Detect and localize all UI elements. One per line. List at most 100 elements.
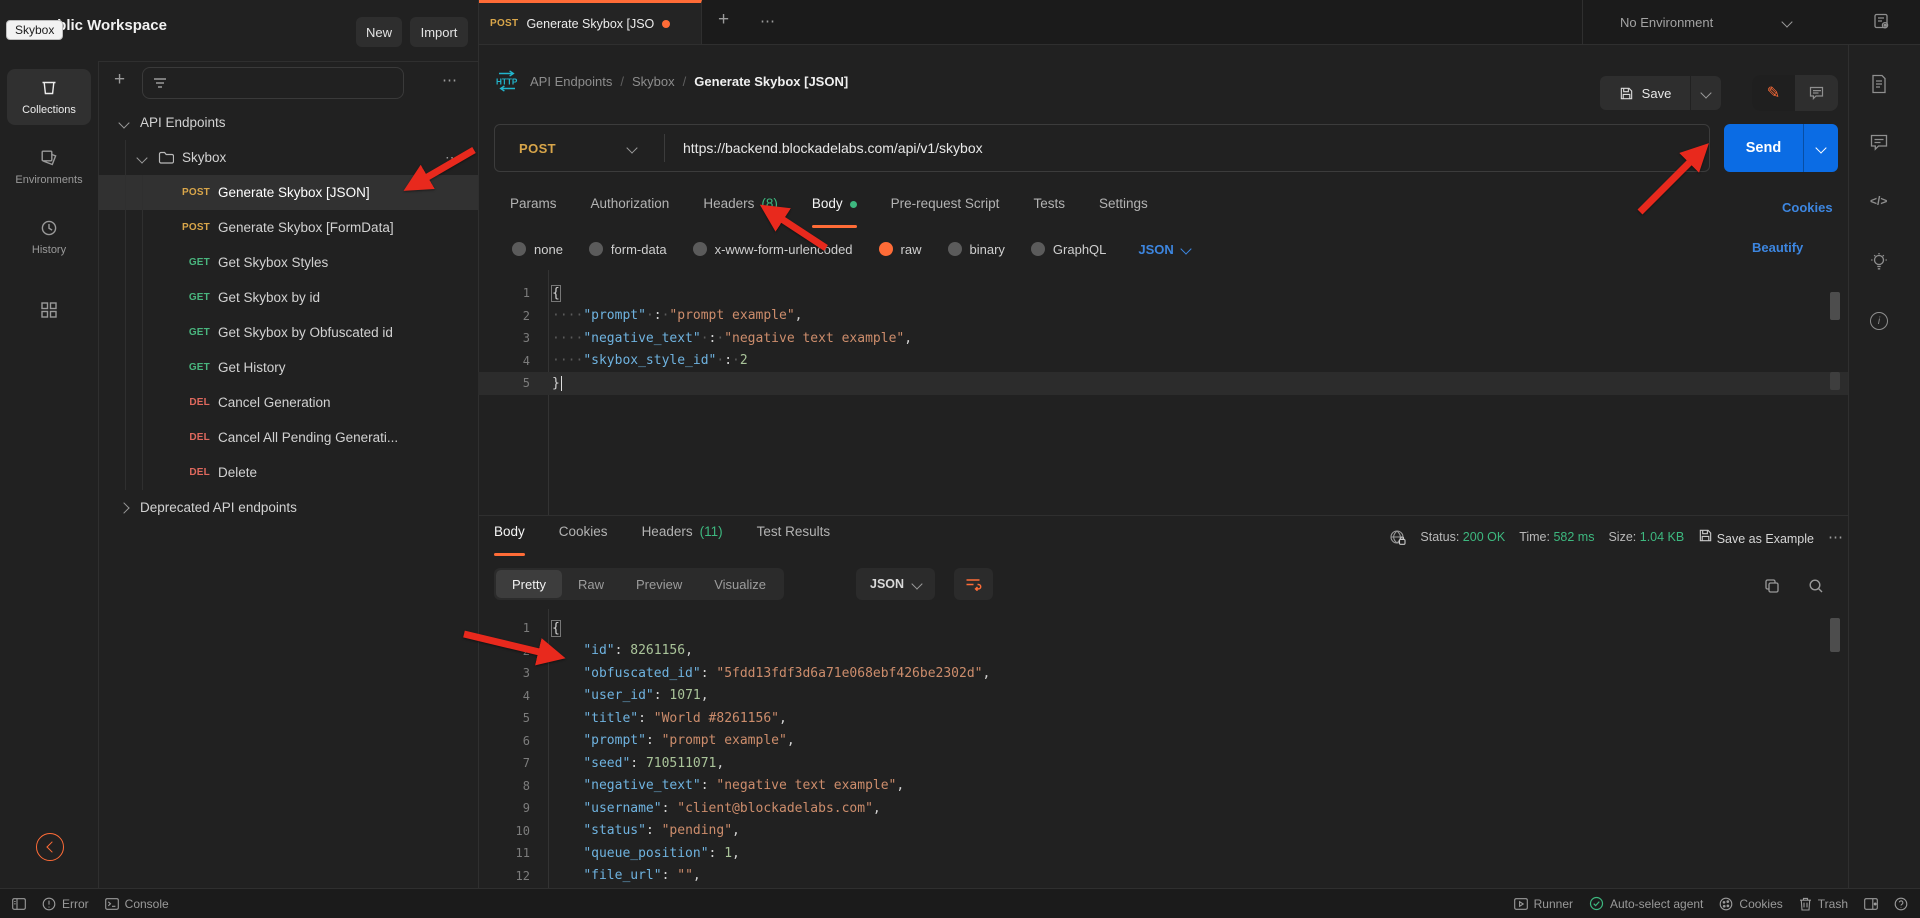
view-preview[interactable]: Preview bbox=[620, 570, 698, 598]
add-collection-button[interactable]: + bbox=[114, 69, 125, 91]
send-options-button[interactable] bbox=[1803, 124, 1838, 172]
response-tab-test-results[interactable]: Test Results bbox=[757, 524, 831, 556]
environment-quick-look-icon[interactable] bbox=[1872, 12, 1892, 37]
collection-search-input[interactable] bbox=[142, 67, 404, 99]
body-mode-x-www-form-urlencoded[interactable]: x-www-form-urlencoded bbox=[693, 242, 853, 257]
chevron-down-icon[interactable] bbox=[136, 152, 147, 163]
environment-selector[interactable]: No Environment bbox=[1620, 0, 1791, 44]
comments-rail-button[interactable] bbox=[1870, 134, 1888, 156]
chevron-right-icon[interactable] bbox=[118, 502, 129, 513]
tab-options-button[interactable]: ⋯ bbox=[760, 12, 776, 30]
scrollbar-thumb[interactable] bbox=[1830, 618, 1840, 652]
sidebar-item[interactable]: GETGet History bbox=[98, 350, 478, 385]
edit-request-button[interactable]: ✎ bbox=[1752, 75, 1795, 111]
code-line[interactable]: 1{ bbox=[478, 617, 1848, 640]
code-line[interactable]: 4 "user_id": 1071, bbox=[478, 685, 1848, 708]
sidebar-item[interactable]: Skybox⋯ bbox=[98, 140, 478, 175]
body-mode-GraphQL[interactable]: GraphQL bbox=[1031, 242, 1106, 257]
code-line[interactable]: 10 "status": "pending", bbox=[478, 820, 1848, 843]
import-button[interactable]: Import bbox=[410, 17, 468, 47]
breadcrumb-root[interactable]: API Endpoints bbox=[530, 74, 612, 89]
chevron-down-icon[interactable] bbox=[626, 142, 637, 153]
sidebar-item[interactable]: POSTGenerate Skybox [JSON] bbox=[98, 175, 478, 210]
sidebar-item[interactable]: GETGet Skybox by id bbox=[98, 280, 478, 315]
code-line[interactable]: 2 "id": 8261156, bbox=[478, 640, 1848, 663]
row-more-button[interactable]: ⋯ bbox=[445, 149, 460, 166]
sidebar-item[interactable]: DELDelete bbox=[98, 455, 478, 490]
request-language-selector[interactable]: JSON bbox=[1138, 242, 1189, 257]
response-language-selector[interactable]: JSON bbox=[856, 568, 935, 600]
save-options-button[interactable] bbox=[1691, 76, 1721, 110]
new-button[interactable]: New bbox=[356, 17, 402, 47]
method-selector[interactable]: POST bbox=[519, 141, 556, 156]
url-input[interactable]: https://backend.blockadelabs.com/api/v1/… bbox=[683, 140, 983, 156]
sidebar-item[interactable]: DELCancel Generation bbox=[98, 385, 478, 420]
body-mode-form-data[interactable]: form-data bbox=[589, 242, 667, 257]
code-line[interactable]: 3 "obfuscated_id": "5fdd13fdf3d6a71e068e… bbox=[478, 662, 1848, 685]
view-pretty[interactable]: Pretty bbox=[496, 570, 562, 598]
statusbar-runner[interactable]: Runner bbox=[1514, 897, 1573, 911]
code-snippet-button[interactable]: </> bbox=[1870, 194, 1887, 208]
statusbar-error[interactable]: Error bbox=[42, 897, 89, 911]
sidebar-item[interactable]: DELCancel All Pending Generati... bbox=[98, 420, 478, 455]
response-tab-cookies[interactable]: Cookies bbox=[559, 524, 608, 556]
statusbar-help-button[interactable] bbox=[1894, 897, 1908, 911]
code-line[interactable]: 11 "queue_position": 1, bbox=[478, 842, 1848, 865]
tab-tests[interactable]: Tests bbox=[1033, 196, 1065, 228]
rail-item-collections[interactable]: Collections bbox=[7, 69, 91, 125]
code-line[interactable]: 2····"prompt"·:·"prompt example", bbox=[478, 305, 1848, 328]
workspace-tools-icon[interactable] bbox=[40, 301, 58, 324]
tab-authorization[interactable]: Authorization bbox=[591, 196, 670, 228]
tab-settings[interactable]: Settings bbox=[1099, 196, 1148, 228]
code-line[interactable]: 3····"negative_text"·:·"negative text ex… bbox=[478, 327, 1848, 350]
statusbar-console[interactable]: Console bbox=[105, 897, 169, 911]
request-title[interactable]: Generate Skybox [JSON] bbox=[694, 74, 848, 89]
new-tab-button[interactable]: + bbox=[718, 9, 729, 31]
sidebar-item[interactable]: POSTGenerate Skybox [FormData] bbox=[98, 210, 478, 245]
code-line[interactable]: 7 "seed": 710511071, bbox=[478, 752, 1848, 775]
code-line[interactable]: 5} bbox=[478, 372, 1848, 395]
response-more-button[interactable]: ⋯ bbox=[1828, 528, 1844, 546]
request-tab[interactable]: POST Generate Skybox [JSO bbox=[478, 0, 702, 44]
breadcrumb-folder[interactable]: Skybox bbox=[632, 74, 675, 89]
wrap-lines-button[interactable] bbox=[954, 568, 993, 600]
body-mode-raw[interactable]: raw bbox=[879, 242, 922, 257]
statusbar-layout-button[interactable] bbox=[12, 898, 26, 910]
save-as-example-button[interactable]: Save as Example bbox=[1698, 528, 1814, 546]
request-tips-button[interactable] bbox=[1870, 252, 1888, 277]
sidebar-item[interactable]: API Endpoints bbox=[98, 105, 478, 140]
chevron-down-icon[interactable] bbox=[118, 117, 129, 128]
comments-button[interactable] bbox=[1795, 75, 1838, 111]
rail-item-environments[interactable]: Environments bbox=[7, 139, 91, 195]
collapse-sidebar-button[interactable] bbox=[36, 833, 64, 861]
view-visualize[interactable]: Visualize bbox=[698, 570, 782, 598]
code-line[interactable]: 9 "username": "client@blockadelabs.com", bbox=[478, 797, 1848, 820]
sidebar-item[interactable]: GETGet Skybox by Obfuscated id bbox=[98, 315, 478, 350]
statusbar-trash[interactable]: Trash bbox=[1799, 897, 1848, 911]
beautify-link[interactable]: Beautify bbox=[1752, 240, 1803, 255]
response-tab-headers[interactable]: Headers(11) bbox=[642, 524, 723, 556]
code-line[interactable]: 1{ bbox=[478, 282, 1848, 305]
code-line[interactable]: 12 "file_url": "", bbox=[478, 865, 1848, 888]
copy-response-button[interactable] bbox=[1764, 578, 1780, 599]
code-line[interactable]: 6 "prompt": "prompt example", bbox=[478, 730, 1848, 753]
view-raw[interactable]: Raw bbox=[562, 570, 620, 598]
cookies-link[interactable]: Cookies bbox=[1782, 200, 1833, 215]
rail-item-history[interactable]: History bbox=[7, 209, 91, 265]
statusbar-cookies[interactable]: Cookies bbox=[1719, 897, 1782, 911]
body-mode-none[interactable]: none bbox=[512, 242, 563, 257]
body-mode-binary[interactable]: binary bbox=[948, 242, 1005, 257]
code-line[interactable]: 4····"skybox_style_id"·:·2 bbox=[478, 350, 1848, 373]
sidebar-item[interactable]: GETGet Skybox Styles bbox=[98, 245, 478, 280]
request-body-editor[interactable]: 1{2····"prompt"·:·"prompt example",3····… bbox=[478, 270, 1848, 515]
sidebar-more-button[interactable]: ⋯ bbox=[442, 71, 458, 89]
scrollbar-thumb[interactable] bbox=[1830, 292, 1840, 320]
send-button[interactable]: Send bbox=[1724, 124, 1838, 172]
code-line[interactable]: 5 "title": "World #8261156", bbox=[478, 707, 1848, 730]
tab-body[interactable]: Body bbox=[812, 196, 857, 228]
search-response-button[interactable] bbox=[1808, 578, 1824, 599]
documentation-button[interactable] bbox=[1870, 74, 1888, 99]
response-body-viewer[interactable]: 1{2 "id": 8261156,3 "obfuscated_id": "5f… bbox=[478, 609, 1848, 888]
save-button[interactable]: Save bbox=[1600, 76, 1690, 110]
tab-pre-request-script[interactable]: Pre-request Script bbox=[891, 196, 1000, 228]
